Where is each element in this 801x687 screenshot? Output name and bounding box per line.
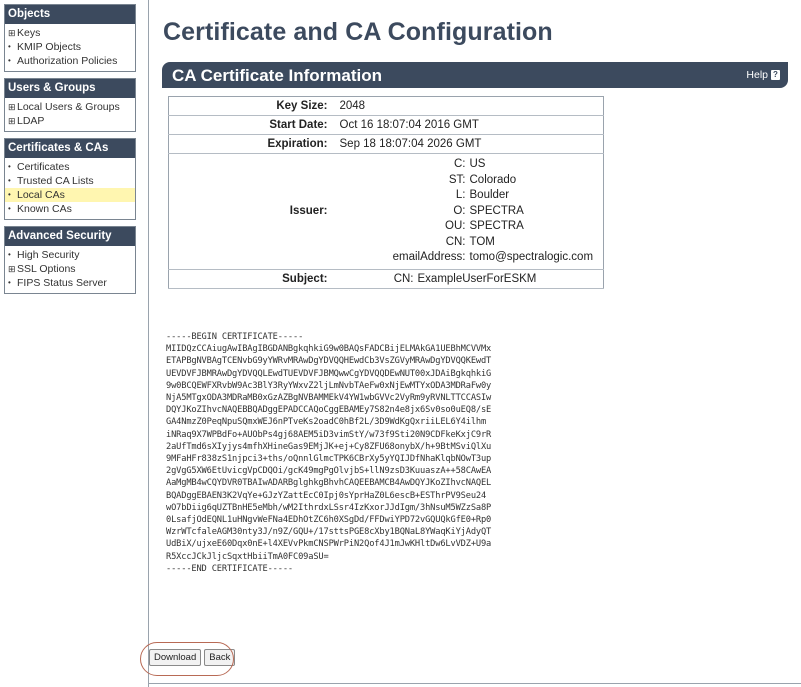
bullet-icon: • — [8, 56, 11, 65]
back-button[interactable]: Back — [204, 649, 236, 666]
sidebar-item-label: Certificates — [17, 161, 70, 173]
issuer-key: CN: — [445, 235, 466, 248]
sidebar-item-label: FIPS Status Server — [17, 277, 107, 289]
table-row: Expiration: Sep 18 18:07:04 2026 GMT — [168, 134, 604, 154]
subject-key: CN: — [393, 272, 414, 285]
sidebar-item-label: Local CAs — [17, 189, 65, 201]
expiration-label: Expiration: — [168, 134, 336, 154]
sidebar-item-authorization-policies[interactable]: • Authorization Policies — [5, 54, 135, 68]
issuer-key: L: — [455, 189, 466, 201]
issuer-key: OU: — [445, 220, 466, 232]
subject-val: ExampleUserForESKM — [417, 272, 537, 285]
issuer-field: L: Boulder — [340, 188, 600, 204]
sidebar-item-known-cas[interactable]: • Known CAs — [5, 202, 135, 216]
expand-icon[interactable]: ⊞ — [8, 101, 17, 113]
expand-icon[interactable]: ⊞ — [8, 115, 17, 127]
sidebar-item-label: LDAP — [17, 115, 45, 127]
sidebar-item-label: Keys — [17, 27, 41, 39]
bullet-icon: • — [8, 204, 11, 213]
bullet-icon: • — [8, 162, 11, 171]
issuer-key: emailAddress: — [392, 251, 466, 263]
issuer-value: C: US ST: Colorado L: Boulder O: SPECTRA OU:… — [335, 153, 604, 270]
issuer-field: ST: Colorado — [340, 173, 600, 189]
issuer-field: OU: SPECTRA — [340, 219, 600, 235]
issuer-field: C: US — [340, 157, 600, 173]
sidebar: Objects ⊞ Keys • KMIP Objects • Authoriz… — [4, 4, 136, 683]
sidebar-item-trusted-ca-lists[interactable]: • Trusted CA Lists — [5, 174, 135, 188]
issuer-val: US — [469, 158, 486, 170]
key-size-label: Key Size: — [168, 96, 336, 116]
section-header: CA Certificate Information Help ? — [162, 62, 788, 88]
start-date-label: Start Date: — [168, 115, 336, 135]
subject-value: CN: ExampleUserForESKM — [335, 269, 604, 289]
issuer-val: Boulder — [469, 189, 510, 201]
issuer-key: C: — [454, 158, 466, 170]
sidebar-item-label: Authorization Policies — [17, 55, 118, 67]
sidebar-item-label: SSL Options — [17, 263, 76, 275]
issuer-field: CN: TOM — [340, 235, 600, 251]
bullet-icon: • — [8, 250, 11, 259]
expand-icon[interactable]: ⊞ — [8, 263, 17, 275]
table-row: Start Date: Oct 16 18:07:04 2016 GMT — [168, 115, 604, 135]
bullet-icon: • — [8, 176, 11, 185]
sidebar-heading: Users & Groups — [5, 79, 135, 98]
issuer-field: O: SPECTRA — [340, 204, 600, 220]
expand-icon[interactable]: ⊞ — [8, 27, 17, 39]
certificate-info-table: Key Size: 2048 Start Date: Oct 16 18:07:… — [168, 96, 604, 289]
start-date-value: Oct 16 18:07:04 2016 GMT — [335, 115, 604, 135]
sidebar-item-kmip-objects[interactable]: • KMIP Objects — [5, 40, 135, 54]
section-title: CA Certificate Information — [172, 66, 383, 85]
table-row: Issuer: C: US ST: Colorado L: Boulder O: SPE… — [168, 153, 604, 270]
bullet-icon: • — [8, 278, 11, 287]
sidebar-item-high-security[interactable]: • High Security — [5, 248, 135, 262]
help-label: Help — [746, 69, 768, 81]
subject-label: Subject: — [168, 269, 336, 289]
issuer-label: Issuer: — [168, 153, 336, 270]
issuer-key: O: — [453, 204, 466, 217]
sidebar-item-label: Local Users & Groups — [17, 101, 120, 113]
sidebar-heading: Objects — [5, 5, 135, 24]
sidebar-item-local-cas[interactable]: • Local CAs — [5, 188, 135, 202]
certificate-pem-text: -----BEGIN CERTIFICATE----- MIIDQzCCAiug… — [166, 332, 492, 574]
sidebar-item-certificates[interactable]: • Certificates — [5, 160, 135, 174]
sidebar-item-label: Known CAs — [17, 203, 72, 215]
sidebar-section-certificates-cas: Certificates & CAs • Certificates • Trus… — [4, 138, 136, 220]
issuer-val: tomo@spectralogic.com — [469, 251, 594, 263]
sidebar-section-advanced-security: Advanced Security • High Security ⊞ SSL … — [4, 226, 136, 294]
sidebar-heading: Certificates & CAs — [5, 139, 135, 158]
sidebar-item-fips-status-server[interactable]: • FIPS Status Server — [5, 276, 135, 290]
bottom-border — [148, 683, 801, 684]
issuer-val: SPECTRA — [469, 204, 524, 217]
sidebar-item-ldap[interactable]: ⊞ LDAP — [5, 114, 135, 128]
issuer-field: emailAddress: tomo@spectralogic.com — [340, 250, 600, 266]
help-link[interactable]: Help ? — [746, 69, 780, 81]
sidebar-item-ssl-options[interactable]: ⊞ SSL Options — [5, 262, 135, 276]
page-title: Certificate and CA Configuration — [163, 18, 553, 46]
sidebar-item-label: Trusted CA Lists — [17, 175, 94, 187]
bullet-icon: • — [8, 190, 11, 199]
issuer-val: TOM — [469, 235, 495, 248]
sidebar-item-local-users-groups[interactable]: ⊞ Local Users & Groups — [5, 100, 135, 114]
button-row: Download Back — [140, 642, 238, 676]
key-size-value: 2048 — [335, 96, 604, 116]
issuer-val: SPECTRA — [469, 220, 524, 232]
sidebar-item-label: High Security — [17, 249, 80, 261]
sidebar-section-objects: Objects ⊞ Keys • KMIP Objects • Authoriz… — [4, 4, 136, 72]
expiration-value: Sep 18 18:07:04 2026 GMT — [335, 134, 604, 154]
bullet-icon: • — [8, 42, 11, 51]
help-book-icon: ? — [771, 70, 780, 80]
table-row: Key Size: 2048 — [168, 96, 604, 116]
sidebar-section-users-groups: Users & Groups ⊞ Local Users & Groups ⊞ … — [4, 78, 136, 132]
sidebar-item-label: KMIP Objects — [17, 41, 81, 53]
sidebar-item-keys[interactable]: ⊞ Keys — [5, 26, 135, 40]
download-button[interactable]: Download — [149, 649, 202, 666]
issuer-val: Colorado — [469, 173, 517, 186]
issuer-key: ST: — [448, 173, 466, 186]
sidebar-heading: Advanced Security — [5, 227, 135, 246]
table-row: Subject: CN: ExampleUserForESKM — [168, 269, 604, 289]
